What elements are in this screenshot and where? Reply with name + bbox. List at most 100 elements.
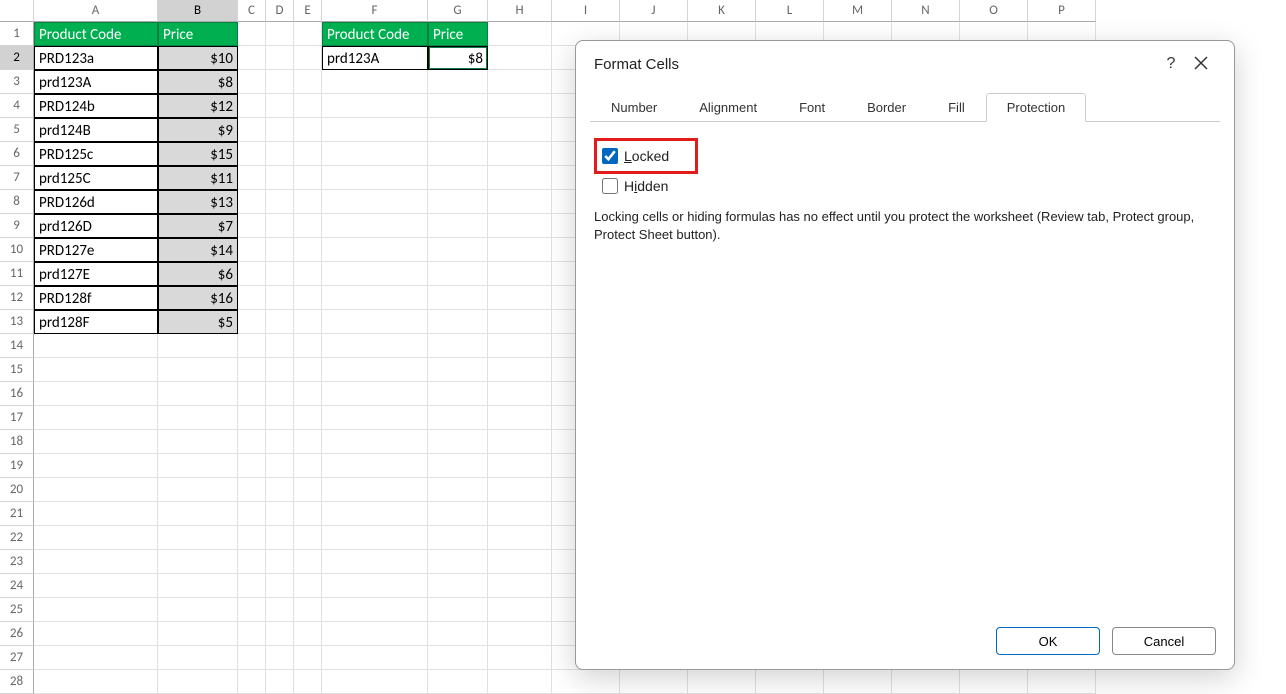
tab-font[interactable]: Font xyxy=(778,93,846,122)
cell[interactable] xyxy=(322,310,428,334)
cell[interactable] xyxy=(322,358,428,382)
cell[interactable] xyxy=(158,334,238,358)
cell[interactable] xyxy=(428,406,488,430)
cell[interactable] xyxy=(34,646,158,670)
cell[interactable] xyxy=(428,574,488,598)
cell[interactable] xyxy=(488,406,552,430)
cell[interactable] xyxy=(294,382,322,406)
cell[interactable] xyxy=(294,670,322,694)
cell[interactable] xyxy=(322,94,428,118)
tab-number[interactable]: Number xyxy=(590,93,678,122)
cell[interactable] xyxy=(266,46,294,70)
cell[interactable]: $16 xyxy=(158,286,238,310)
cell[interactable] xyxy=(428,118,488,142)
cell[interactable] xyxy=(428,286,488,310)
cell[interactable] xyxy=(322,166,428,190)
cell[interactable] xyxy=(322,70,428,94)
cell[interactable] xyxy=(266,118,294,142)
cell[interactable] xyxy=(266,478,294,502)
cell[interactable] xyxy=(238,598,266,622)
cell[interactable] xyxy=(428,94,488,118)
cell[interactable] xyxy=(266,262,294,286)
cell[interactable] xyxy=(266,70,294,94)
row-header[interactable]: 26 xyxy=(0,622,34,646)
row-header[interactable]: 25 xyxy=(0,598,34,622)
cell[interactable] xyxy=(322,238,428,262)
cell[interactable] xyxy=(238,622,266,646)
cell[interactable] xyxy=(266,334,294,358)
row-header[interactable]: 6 xyxy=(0,142,34,166)
cell[interactable] xyxy=(34,334,158,358)
cell[interactable] xyxy=(266,646,294,670)
cell[interactable] xyxy=(322,502,428,526)
cell[interactable]: PRD124b xyxy=(34,94,158,118)
cell[interactable] xyxy=(488,142,552,166)
cell[interactable] xyxy=(158,406,238,430)
cell[interactable] xyxy=(266,22,294,46)
cell[interactable]: $8 xyxy=(158,70,238,94)
cell[interactable] xyxy=(488,94,552,118)
cell[interactable]: prd123A xyxy=(322,46,428,70)
cell[interactable] xyxy=(488,214,552,238)
cell[interactable] xyxy=(238,526,266,550)
cell[interactable] xyxy=(488,166,552,190)
cell[interactable]: prd127E xyxy=(34,262,158,286)
row-header[interactable]: 1 xyxy=(0,22,34,46)
cell[interactable] xyxy=(322,478,428,502)
cell[interactable] xyxy=(238,22,266,46)
cell[interactable] xyxy=(238,430,266,454)
col-header-I[interactable]: I xyxy=(552,0,620,22)
cell[interactable] xyxy=(266,406,294,430)
cell[interactable] xyxy=(266,622,294,646)
row-header[interactable]: 13 xyxy=(0,310,34,334)
close-button[interactable] xyxy=(1186,56,1216,73)
col-header-K[interactable]: K xyxy=(688,0,756,22)
cell[interactable]: $6 xyxy=(158,262,238,286)
cell[interactable] xyxy=(756,670,824,694)
cell[interactable]: Product Code xyxy=(322,22,428,46)
cell[interactable] xyxy=(266,94,294,118)
cell[interactable] xyxy=(238,334,266,358)
cell[interactable] xyxy=(488,334,552,358)
cell[interactable] xyxy=(488,622,552,646)
cell[interactable]: PRD127e xyxy=(34,238,158,262)
cell[interactable] xyxy=(238,358,266,382)
col-header-H[interactable]: H xyxy=(488,0,552,22)
cell[interactable] xyxy=(488,46,552,70)
cell[interactable] xyxy=(428,214,488,238)
cell[interactable] xyxy=(158,454,238,478)
cell[interactable] xyxy=(428,478,488,502)
row-header[interactable]: 11 xyxy=(0,262,34,286)
cell[interactable] xyxy=(322,646,428,670)
cell[interactable] xyxy=(488,118,552,142)
cell[interactable] xyxy=(158,574,238,598)
cell[interactable] xyxy=(488,70,552,94)
cell[interactable] xyxy=(428,598,488,622)
cell[interactable] xyxy=(158,430,238,454)
cell[interactable] xyxy=(488,286,552,310)
cell[interactable] xyxy=(266,382,294,406)
cell[interactable] xyxy=(238,190,266,214)
col-header-F[interactable]: F xyxy=(322,0,428,22)
ok-button[interactable]: OK xyxy=(996,627,1100,655)
cell[interactable] xyxy=(34,526,158,550)
cell[interactable] xyxy=(294,214,322,238)
cell[interactable] xyxy=(158,502,238,526)
cell[interactable] xyxy=(552,670,620,694)
cell[interactable]: prd125C xyxy=(34,166,158,190)
cell[interactable] xyxy=(322,430,428,454)
cell[interactable] xyxy=(34,358,158,382)
col-header-M[interactable]: M xyxy=(824,0,892,22)
row-header[interactable]: 10 xyxy=(0,238,34,262)
cell[interactable] xyxy=(34,550,158,574)
cell[interactable] xyxy=(960,670,1028,694)
cell[interactable] xyxy=(428,454,488,478)
cell[interactable] xyxy=(294,22,322,46)
cell[interactable] xyxy=(488,310,552,334)
cell[interactable] xyxy=(238,382,266,406)
cell[interactable] xyxy=(266,286,294,310)
cell[interactable] xyxy=(238,646,266,670)
cell[interactable] xyxy=(294,622,322,646)
cell[interactable] xyxy=(158,478,238,502)
cell[interactable] xyxy=(34,430,158,454)
